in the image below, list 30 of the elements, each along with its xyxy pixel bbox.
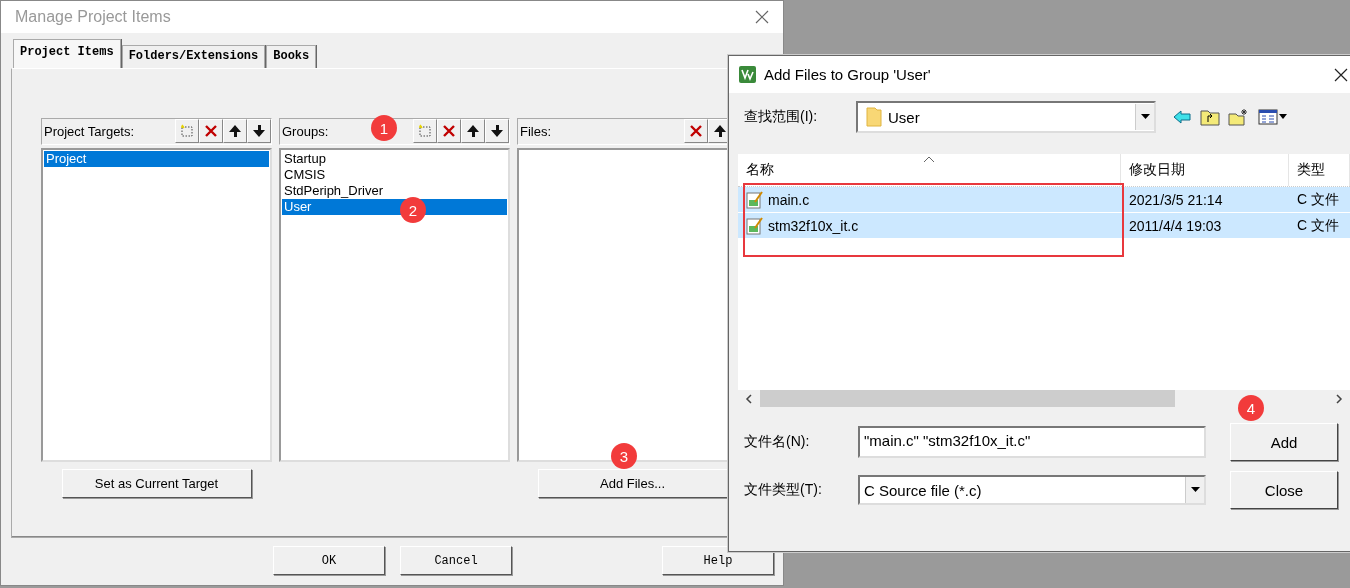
list-box[interactable]: Project bbox=[41, 148, 272, 462]
column-header[interactable]: 名称 bbox=[738, 154, 1121, 186]
panel-label: Files: bbox=[520, 124, 552, 139]
column-header[interactable]: 类型 bbox=[1289, 154, 1350, 186]
file-name-field[interactable]: "main.c" "stm32f10x_it.c" bbox=[858, 426, 1206, 458]
panel-label: Project Targets: bbox=[44, 124, 135, 139]
add-button[interactable]: Add bbox=[1230, 423, 1338, 461]
list-item[interactable]: Project bbox=[44, 151, 269, 167]
set-target-button[interactable]: Set as Current Target bbox=[61, 469, 252, 498]
field-label: 查找范围(I): bbox=[744, 108, 819, 126]
add-files-button[interactable]: Add Files... bbox=[537, 469, 728, 498]
file-type-dropdown[interactable]: C Source file (*.c) bbox=[858, 475, 1206, 505]
folder-dropdown[interactable]: User bbox=[856, 101, 1156, 133]
tab[interactable]: Folders/Extensions bbox=[121, 45, 266, 68]
window-title: Add Files to Group 'User' bbox=[764, 66, 931, 83]
list-item[interactable]: StdPeriph_Driver bbox=[282, 183, 507, 199]
window-title: Manage Project Items bbox=[15, 8, 171, 26]
file-row[interactable]: main.c 2021/3/5 21:14 C 文件 bbox=[738, 187, 1350, 212]
tab[interactable]: Books bbox=[266, 45, 317, 68]
field-label: 文件类型(T): bbox=[744, 481, 823, 499]
field-label: 文件名(N): bbox=[744, 433, 811, 451]
list-item[interactable]: Startup bbox=[282, 151, 507, 167]
column-header[interactable]: 修改日期 bbox=[1121, 154, 1289, 186]
list-item[interactable]: CMSIS bbox=[282, 167, 507, 183]
panel-label: Groups: bbox=[282, 124, 329, 139]
ok-button[interactable]: OK bbox=[273, 546, 385, 575]
file-row[interactable]: stm32f10x_it.c 2011/4/4 19:03 C 文件 bbox=[738, 213, 1350, 238]
close-button[interactable]: Close bbox=[1230, 471, 1338, 509]
tab[interactable]: Project Items bbox=[13, 39, 121, 68]
cancel-button[interactable]: Cancel bbox=[400, 546, 512, 575]
